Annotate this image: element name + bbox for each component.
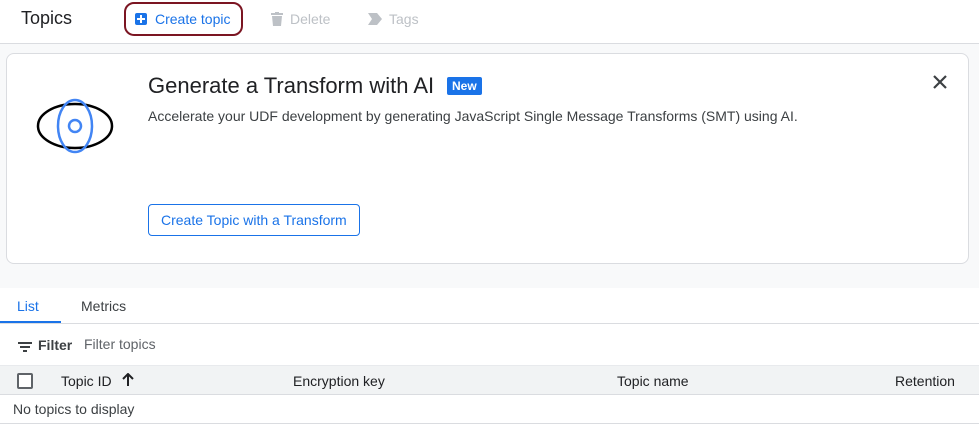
arrow-up-icon[interactable] (121, 372, 135, 392)
filter-label: Filter (38, 337, 73, 353)
column-header-topic-id[interactable]: Topic ID (61, 373, 112, 389)
new-badge: New (447, 77, 482, 95)
active-tab-indicator (0, 321, 61, 323)
select-all-checkbox[interactable] (17, 373, 33, 389)
tab-list[interactable]: List (17, 298, 39, 314)
empty-message: No topics to display (13, 401, 135, 417)
ai-transform-promo-card: Generate a Transform with AI New Acceler… (6, 53, 969, 264)
filter-bar: Filter (0, 325, 979, 365)
empty-table-row: No topics to display (0, 395, 979, 424)
promo-title: Generate a Transform with AI (148, 73, 435, 98)
toolbar: Topics Create topic Delete Tags (0, 0, 979, 44)
delete-label: Delete (290, 11, 331, 27)
column-header-retention[interactable]: Retention (895, 373, 955, 389)
filter-input[interactable] (80, 331, 580, 357)
table-header: Topic ID Encryption key Topic name Reten… (0, 365, 979, 395)
promo-description: Accelerate your UDF development by gener… (148, 108, 798, 124)
delete-button[interactable]: Delete (271, 2, 330, 36)
create-topic-with-transform-button[interactable]: Create Topic with a Transform (148, 204, 360, 236)
create-topic-button[interactable]: Create topic (124, 2, 243, 36)
tag-icon (368, 13, 382, 25)
trash-icon (271, 12, 283, 26)
create-topic-label: Create topic (155, 11, 231, 27)
tab-metrics[interactable]: Metrics (81, 298, 126, 314)
page-title: Topics (21, 8, 73, 28)
filter-icon[interactable] (18, 339, 32, 357)
column-header-topic-name[interactable]: Topic name (617, 373, 689, 389)
column-header-encryption-key[interactable]: Encryption key (293, 373, 385, 389)
tags-label: Tags (389, 11, 419, 27)
close-icon[interactable] (930, 72, 950, 92)
view-tabs: List Metrics (0, 288, 979, 324)
tags-button[interactable]: Tags (368, 2, 419, 36)
eye-icon (36, 98, 114, 159)
plus-box-icon (135, 13, 147, 25)
